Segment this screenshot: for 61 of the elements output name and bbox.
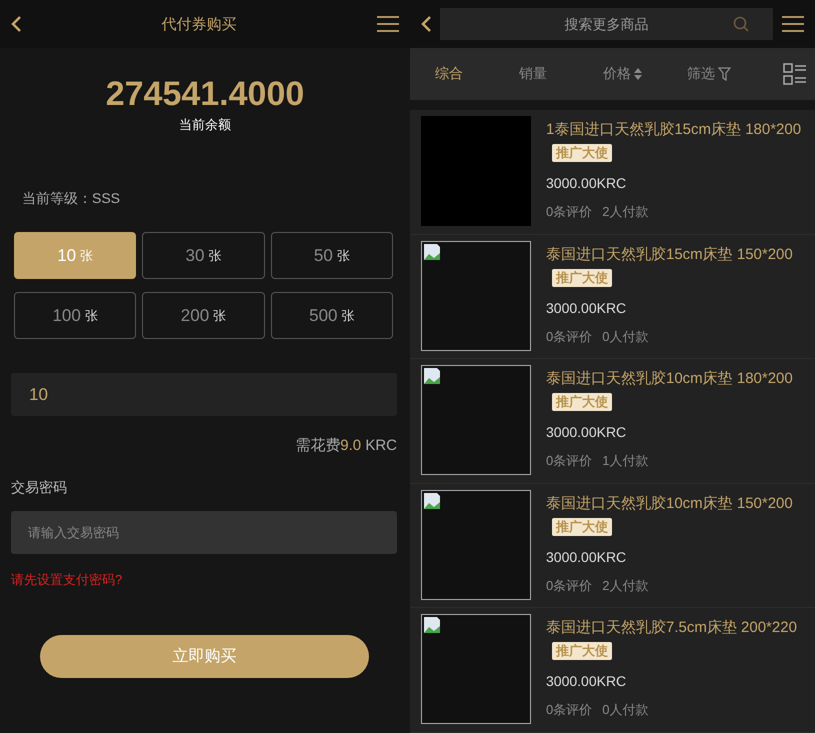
product-title: 泰国进口天然乳胶15cm床垫 150*200 推广大使 — [546, 244, 794, 288]
product-card[interactable]: 泰国进口天然乳胶7.5cm床垫 200*220 推广大使 3000.00KRC 0条评价 0人付款 — [410, 608, 815, 732]
product-price: 3000.00KRC — [546, 424, 628, 440]
sort-arrows-icon — [634, 68, 642, 80]
list-view-icon — [783, 63, 807, 85]
quantity-option[interactable]: 50 张 — [270, 232, 393, 279]
sort-tab[interactable]: 综合 — [435, 65, 519, 83]
broken-image-icon — [421, 240, 531, 350]
review-count: 0条评价 — [546, 328, 592, 346]
back-button[interactable] — [420, 15, 432, 33]
sort-tab[interactable]: 销量 — [519, 65, 603, 83]
fee-text: 需花费9.0 KRC — [294, 436, 397, 455]
balance-amount: 274541.4000 — [104, 74, 306, 114]
menu-button[interactable] — [781, 15, 805, 33]
product-price: 3000.00KRC — [546, 673, 628, 689]
product-card[interactable]: 泰国进口天然乳胶10cm床垫 180*200 推广大使 3000.00KRC 0条评价 1人付款 — [410, 359, 815, 484]
payer-count: 0人付款 — [602, 328, 648, 346]
product-title: 泰国进口天然乳胶7.5cm床垫 200*220 推广大使 — [546, 618, 798, 662]
level-text: 当前等级：SSS — [22, 190, 122, 208]
search-icon — [733, 16, 749, 32]
broken-image-icon — [421, 490, 531, 600]
page-title: 代付券购买 — [160, 14, 238, 34]
payer-count: 2人付款 — [602, 576, 648, 594]
quantity-option[interactable]: 30 张 — [142, 232, 265, 279]
product-title: 泰国进口天然乳胶10cm床垫 180*200 推广大使 — [546, 369, 794, 413]
search-field[interactable]: 搜索更多商品 — [440, 8, 773, 40]
product-title: 泰国进口天然乳胶10cm床垫 150*200 推广大使 — [546, 494, 794, 538]
product-card[interactable]: 泰国进口天然乳胶10cm床垫 150*200 推广大使 3000.00KRC 0条评价 2人付款 — [410, 484, 815, 608]
payer-count: 2人付款 — [602, 203, 648, 221]
menu-icon — [781, 15, 805, 33]
balance-label: 当前余额 — [178, 116, 232, 134]
filter-icon — [718, 67, 731, 81]
password-label: 交易密码 — [11, 479, 68, 497]
review-count: 0条评价 — [546, 452, 592, 470]
product-title: 1泰国进口天然乳胶15cm床垫 180*200 推广大使 — [546, 120, 802, 164]
payer-count: 0人付款 — [602, 701, 648, 719]
back-button[interactable] — [10, 15, 22, 33]
product-price: 3000.00KRC — [546, 300, 628, 316]
password-field[interactable]: 请输入交易密码 — [11, 511, 397, 554]
review-count: 0条评价 — [546, 203, 592, 221]
quantity-option[interactable]: 200 张 — [142, 292, 265, 339]
sort-tab[interactable]: 价格 — [603, 65, 687, 83]
quantity-field[interactable]: 10 — [11, 373, 397, 416]
menu-icon — [376, 15, 400, 33]
product-card[interactable]: 泰国进口天然乳胶15cm床垫 150*200 推广大使 3000.00KRC 0条评价 0人付款 — [410, 234, 815, 359]
product-price: 3000.00KRC — [546, 548, 628, 564]
broken-image-icon — [421, 365, 531, 475]
review-count: 0条评价 — [546, 701, 592, 719]
layout-toggle-button[interactable] — [783, 63, 807, 85]
quantity-option[interactable]: 500 张 — [270, 292, 393, 339]
review-count: 0条评价 — [546, 576, 592, 594]
product-card[interactable]: 1泰国进口天然乳胶15cm床垫 180*200 推广大使 3000.00KRC 0条评价 2人付款 — [410, 110, 815, 234]
set-password-link[interactable]: 请先设置支付密码? — [11, 571, 122, 589]
broken-image-icon — [421, 614, 531, 724]
quantity-option[interactable]: 100 张 — [14, 292, 136, 339]
back-icon — [10, 15, 22, 33]
menu-button[interactable] — [376, 15, 400, 33]
sort-tab[interactable]: 筛选 — [687, 65, 771, 83]
product-price: 3000.00KRC — [546, 175, 628, 191]
back-icon — [420, 15, 432, 33]
payer-count: 1人付款 — [602, 452, 648, 470]
